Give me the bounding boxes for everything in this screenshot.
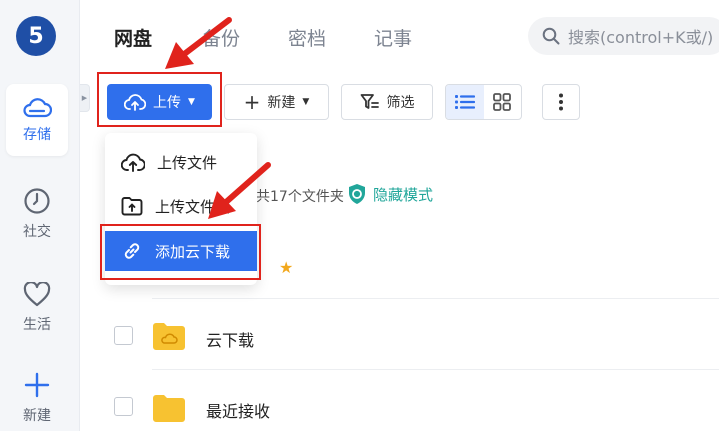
list-view-button[interactable] (446, 85, 484, 119)
upload-button-label: 上传 (153, 95, 182, 111)
grid-view-icon (493, 93, 512, 111)
rail-label: 新建 (23, 408, 51, 424)
star-icon[interactable]: ★ (279, 258, 293, 277)
cloud-upload-icon (124, 94, 147, 111)
filter-icon (360, 94, 379, 109)
new-button[interactable]: + 新建 ▼ (224, 84, 329, 120)
list-view-icon (454, 95, 475, 109)
row-divider (152, 369, 719, 370)
top-tabs: 网盘 备份 密档 记事 (114, 22, 412, 52)
rail-label: 社交 (23, 224, 51, 240)
caret-down-icon: ▼ (302, 97, 310, 107)
menu-item-label: 上传文件夹 (155, 197, 231, 216)
caret-down-icon: ▼ (188, 97, 195, 107)
left-rail: 5 存储 社交 生活 新建 (0, 0, 80, 431)
plus-icon (24, 372, 50, 398)
rail-item-storage[interactable]: 存储 (6, 84, 68, 156)
file-name: 云下载 (206, 331, 255, 350)
heart-icon (23, 282, 51, 307)
upload-button[interactable]: 上传 ▼ (107, 84, 212, 120)
file-name: 最近接收 (206, 402, 271, 421)
menu-item-label: 添加云下载 (155, 242, 231, 261)
hidden-mode-toggle[interactable]: 隐藏模式 (347, 183, 433, 205)
hidden-mode-label: 隐藏模式 (373, 185, 434, 204)
grid-view-button[interactable] (484, 85, 522, 119)
upload-dropdown-menu: 上传文件 上传文件夹 添加云下载 (105, 133, 257, 285)
row-divider (152, 298, 719, 299)
menu-item-add-cloud-download[interactable]: 添加云下载 (105, 231, 257, 271)
view-mode-toggle (445, 84, 522, 120)
plus-icon: + (243, 90, 261, 114)
rail-item-life[interactable]: 生活 (6, 272, 68, 344)
menu-item-label: 上传文件 (157, 153, 218, 172)
row-checkbox[interactable] (114, 326, 133, 345)
cloud-icon (23, 98, 52, 118)
folder-icon (153, 395, 185, 422)
rail-item-social[interactable]: 社交 (6, 178, 68, 250)
search-input[interactable]: 搜索(control+K或/) (528, 17, 719, 55)
tab-vault[interactable]: 密档 (288, 22, 374, 52)
more-vertical-icon (559, 93, 563, 111)
menu-item-upload-folder[interactable]: 上传文件夹 (105, 186, 257, 226)
link-icon (124, 243, 140, 259)
upload-file-icon (121, 153, 145, 172)
more-button[interactable] (542, 84, 580, 120)
search-placeholder: 搜索(control+K或/) (568, 28, 714, 47)
menu-item-upload-file[interactable]: 上传文件 (105, 142, 257, 182)
filter-button-label: 筛选 (386, 95, 415, 111)
rail-label: 生活 (23, 317, 51, 333)
chevron-right-icon: ▶ (81, 94, 88, 102)
row-checkbox[interactable] (114, 397, 133, 416)
clock-icon (24, 188, 50, 214)
tab-backup[interactable]: 备份 (202, 22, 288, 52)
sidebar-collapse-handle[interactable]: ▶ (80, 84, 90, 112)
tab-notes[interactable]: 记事 (374, 22, 412, 52)
rail-label: 存储 (23, 127, 51, 143)
upload-folder-icon (121, 197, 143, 216)
rail-item-new[interactable]: 新建 (6, 362, 68, 431)
shield-icon (349, 184, 365, 204)
cloud-folder-icon (153, 323, 185, 350)
filter-button[interactable]: 筛选 (341, 84, 433, 120)
search-icon (542, 27, 560, 45)
folder-count: 共17个文件夹 (256, 189, 344, 205)
tab-netdisk[interactable]: 网盘 (114, 22, 202, 52)
app-logo[interactable]: 5 (16, 16, 56, 56)
new-button-label: 新建 (267, 95, 296, 111)
